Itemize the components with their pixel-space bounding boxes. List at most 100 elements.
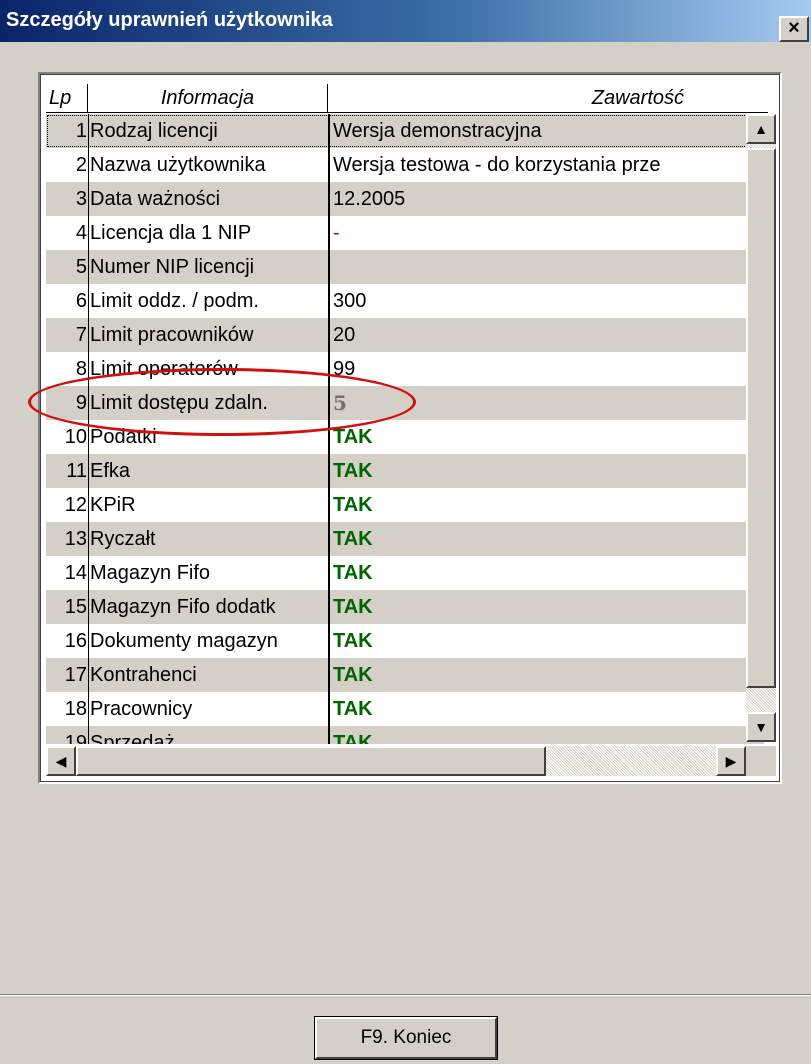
row-lp: 18 xyxy=(64,698,87,720)
row-lp: 2 xyxy=(75,154,87,176)
row-lp: 19 xyxy=(64,732,87,744)
scroll-right-button[interactable]: ▶ xyxy=(716,746,746,776)
grid-header: Lp Informacja Zawartość xyxy=(46,84,768,113)
row-informacja: KPiR xyxy=(88,488,328,522)
row-lp: 10 xyxy=(64,426,87,448)
row-zawartosc: TAK xyxy=(328,692,764,726)
close-koniec-button[interactable]: F9. Koniec xyxy=(314,1016,498,1060)
row-informacja: Efka xyxy=(88,454,328,488)
row-zawartosc: 20 xyxy=(328,318,764,352)
triangle-left-icon: ◀ xyxy=(55,753,67,769)
table-row[interactable]: 19 Sprzedaż TAK xyxy=(46,726,764,744)
footer-divider xyxy=(0,994,811,996)
title-bar: Szczegóły uprawnień użytkownika × xyxy=(0,0,811,42)
row-informacja: Licencja dla 1 NIP xyxy=(88,216,328,250)
row-informacja: Rodzaj licencji xyxy=(88,114,328,148)
row-zawartosc: 5 xyxy=(328,386,764,420)
row-zawartosc: TAK xyxy=(328,454,764,488)
row-zawartosc: TAK xyxy=(328,590,764,624)
row-lp: 11 xyxy=(66,460,87,482)
row-lp: 3 xyxy=(75,188,87,210)
table-row[interactable]: 1 Rodzaj licencji Wersja demonstracyjna xyxy=(46,114,764,148)
table-row[interactable]: 11 Efka TAK xyxy=(46,454,764,488)
table-row[interactable]: 8 Limit operatorów 99 xyxy=(46,352,764,386)
row-zawartosc: 99 xyxy=(328,352,764,386)
row-zawartosc xyxy=(328,250,764,284)
row-lp: 5 xyxy=(75,256,87,278)
table-row[interactable]: 13 Ryczałt TAK xyxy=(46,522,764,556)
table-row[interactable]: 9 Limit dostępu zdaln. 5 xyxy=(46,386,764,420)
row-informacja: Ryczałt xyxy=(88,522,328,556)
koniec-button-label: F9. Koniec xyxy=(360,1027,452,1048)
row-zawartosc: TAK xyxy=(328,522,764,556)
scroll-up-button[interactable]: ▲ xyxy=(746,114,776,144)
column-header-informacja[interactable]: Informacja xyxy=(88,84,328,112)
row-zawartosc: 12.2005 xyxy=(328,182,764,216)
table-row[interactable]: 18 Pracownicy TAK xyxy=(46,692,764,726)
scroll-corner xyxy=(746,746,776,776)
row-informacja: Kontrahenci xyxy=(88,658,328,692)
row-lp: 6 xyxy=(75,290,87,312)
grid-rows: 1 Rodzaj licencji Wersja demonstracyjna 2 Na… xyxy=(46,114,764,744)
row-zawartosc: - xyxy=(328,216,764,250)
column-header-zawartosc[interactable]: Zawartość xyxy=(328,84,726,112)
row-zawartosc: TAK xyxy=(328,556,764,590)
horizontal-scrollbar[interactable]: ◀ ▶ xyxy=(46,746,746,776)
table-row[interactable]: 5 Numer NIP licencji xyxy=(46,250,764,284)
table-row[interactable]: 3 Data ważności 12.2005 xyxy=(46,182,764,216)
row-zawartosc: TAK xyxy=(328,420,764,454)
scroll-left-button[interactable]: ◀ xyxy=(46,746,76,776)
table-row[interactable]: 14 Magazyn Fifo TAK xyxy=(46,556,764,590)
row-zawartosc: Wersja testowa - do korzystania prze xyxy=(328,148,764,182)
row-lp: 7 xyxy=(75,324,87,346)
row-lp: 8 xyxy=(75,358,87,380)
triangle-right-icon: ▶ xyxy=(725,753,737,769)
row-informacja: Dokumenty magazyn xyxy=(88,624,328,658)
row-informacja: Limit pracowników xyxy=(88,318,328,352)
table-row[interactable]: 2 Nazwa użytkownika Wersja testowa - do ko… xyxy=(46,148,764,182)
row-informacja: Nazwa użytkownika xyxy=(88,148,328,182)
row-lp: 4 xyxy=(75,222,87,244)
row-zawartosc: TAK xyxy=(328,726,764,744)
row-informacja: Limit oddz. / podm. xyxy=(88,284,328,318)
triangle-down-icon: ▼ xyxy=(754,719,768,735)
triangle-up-icon: ▲ xyxy=(754,121,768,137)
row-zawartosc: Wersja demonstracyjna xyxy=(328,114,764,148)
window-title: Szczegóły uprawnień użytkownika xyxy=(6,9,333,31)
row-informacja: Numer NIP licencji xyxy=(88,250,328,284)
vertical-scroll-thumb[interactable] xyxy=(746,148,776,688)
row-informacja: Data ważności xyxy=(88,182,328,216)
scroll-down-button[interactable]: ▼ xyxy=(746,712,776,742)
row-lp: 9 xyxy=(75,392,87,414)
row-informacja: Magazyn Fifo xyxy=(88,556,328,590)
row-zawartosc: TAK xyxy=(328,658,764,692)
table-row[interactable]: 10 Podatki TAK xyxy=(46,420,764,454)
row-informacja: Limit operatorów xyxy=(88,352,328,386)
table-row[interactable]: 7 Limit pracowników 20 xyxy=(46,318,764,352)
table-row[interactable]: 16 Dokumenty magazyn TAK xyxy=(46,624,764,658)
table-row[interactable]: 12 KPiR TAK xyxy=(46,488,764,522)
row-zawartosc: 300 xyxy=(328,284,764,318)
close-icon: × xyxy=(788,17,800,39)
vertical-scrollbar[interactable]: ▲ ▼ xyxy=(746,114,776,742)
table-row[interactable]: 15 Magazyn Fifo dodatk TAK xyxy=(46,590,764,624)
close-button[interactable]: × xyxy=(779,16,809,42)
table-row[interactable]: 4 Licencja dla 1 NIP - xyxy=(46,216,764,250)
column-header-lp[interactable]: Lp xyxy=(46,84,88,112)
table-row[interactable]: 17 Kontrahenci TAK xyxy=(46,658,764,692)
row-lp: 13 xyxy=(64,528,87,550)
row-lp: 1 xyxy=(75,120,87,142)
row-informacja: Pracownicy xyxy=(88,692,328,726)
row-lp: 16 xyxy=(64,630,87,652)
row-informacja: Magazyn Fifo dodatk xyxy=(88,590,328,624)
row-lp: 17 xyxy=(64,664,87,686)
row-informacja: Limit dostępu zdaln. xyxy=(88,386,328,420)
table-row[interactable]: 6 Limit oddz. / podm. 300 xyxy=(46,284,764,318)
permissions-grid[interactable]: Lp Informacja Zawartość 1 Rodzaj licencji… xyxy=(38,72,782,784)
row-lp: 14 xyxy=(64,562,87,584)
row-lp: 15 xyxy=(64,596,87,618)
horizontal-scroll-thumb[interactable] xyxy=(76,746,546,776)
row-lp: 12 xyxy=(64,494,87,516)
row-informacja: Podatki xyxy=(88,420,328,454)
row-informacja: Sprzedaż xyxy=(88,726,328,744)
